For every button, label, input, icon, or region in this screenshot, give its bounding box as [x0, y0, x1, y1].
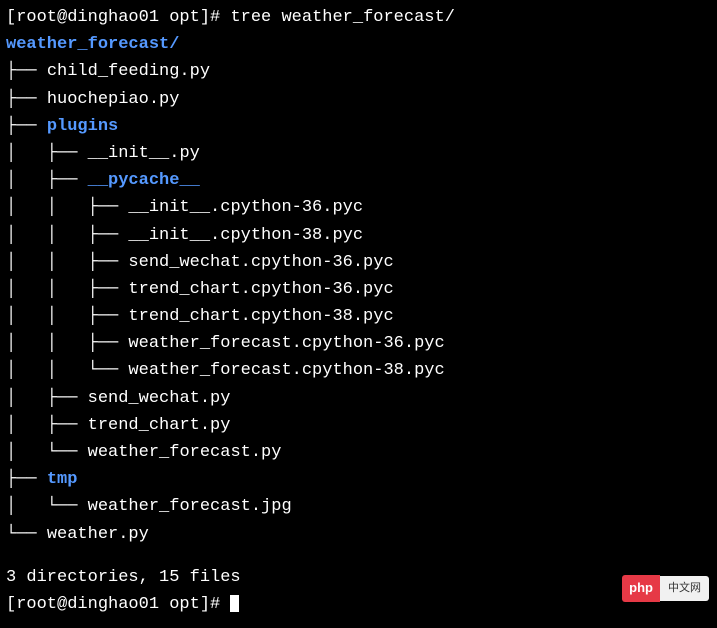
tree-line: ├── plugins	[6, 113, 711, 140]
watermark: php 中文网	[622, 575, 709, 602]
file-name: huochepiao.py	[47, 90, 180, 109]
tree-branch-prefix: ├──	[6, 117, 47, 136]
next-prompt-text: [root@dinghao01 opt]#	[6, 595, 230, 614]
directory-name: __pycache__	[88, 171, 200, 190]
tree-branch-prefix: │ │ └──	[6, 361, 128, 380]
tree-line: │ ├── trend_chart.py	[6, 412, 711, 439]
file-name: trend_chart.py	[88, 416, 231, 435]
tree-line: │ ├── send_wechat.py	[6, 385, 711, 412]
tree-branch-prefix: └──	[6, 525, 47, 544]
tree-branch-prefix: │ ├──	[6, 389, 88, 408]
tree-line: ├── child_feeding.py	[6, 58, 711, 85]
watermark-brand: php	[622, 575, 660, 602]
tree-branch-prefix: │ └──	[6, 443, 88, 462]
tree-line: │ ├── __pycache__	[6, 167, 711, 194]
tree-branch-prefix: │ ├──	[6, 144, 88, 163]
file-name: weather_forecast.cpython-36.pyc	[128, 334, 444, 353]
tree-line: │ │ ├── __init__.cpython-38.pyc	[6, 222, 711, 249]
file-name: trend_chart.cpython-38.pyc	[128, 307, 393, 326]
file-name: child_feeding.py	[47, 62, 210, 81]
tree-line: │ └── weather_forecast.jpg	[6, 493, 711, 520]
tree-line: └── weather.py	[6, 521, 711, 548]
tree-branch-prefix: │ │ ├──	[6, 198, 128, 217]
file-name: weather_forecast.py	[88, 443, 282, 462]
tree-branch-prefix: │ │ ├──	[6, 226, 128, 245]
tree-branch-prefix: │ │ ├──	[6, 280, 128, 299]
file-name: send_wechat.cpython-36.pyc	[128, 253, 393, 272]
file-name: trend_chart.cpython-36.pyc	[128, 280, 393, 299]
file-name: weather.py	[47, 525, 149, 544]
tree-line: │ │ ├── weather_forecast.cpython-36.pyc	[6, 330, 711, 357]
tree-branch-prefix: │ ├──	[6, 416, 88, 435]
file-name: weather_forecast.cpython-38.pyc	[128, 361, 444, 380]
watermark-suffix: 中文网	[660, 576, 709, 602]
tree-line: │ │ ├── __init__.cpython-36.pyc	[6, 194, 711, 221]
tree-root: weather_forecast/	[6, 31, 711, 58]
tree-branch-prefix: │ ├──	[6, 171, 88, 190]
file-name: __init__.py	[88, 144, 200, 163]
tree-branch-prefix: ├──	[6, 470, 47, 489]
directory-name: tmp	[47, 470, 78, 489]
file-name: __init__.cpython-36.pyc	[128, 198, 363, 217]
tree-line: │ │ ├── trend_chart.cpython-38.pyc	[6, 303, 711, 330]
tree-branch-prefix: │ │ ├──	[6, 253, 128, 272]
tree-line: │ │ └── weather_forecast.cpython-38.pyc	[6, 357, 711, 384]
tree-line: ├── huochepiao.py	[6, 86, 711, 113]
tree-line: ├── tmp	[6, 466, 711, 493]
tree-line: │ ├── __init__.py	[6, 140, 711, 167]
tree-line: │ └── weather_forecast.py	[6, 439, 711, 466]
tree-summary: 3 directories, 15 files	[6, 564, 711, 591]
tree-branch-prefix: │ └──	[6, 497, 88, 516]
tree-branch-prefix: ├──	[6, 62, 47, 81]
prompt-user-host: [root@dinghao01 opt]#	[6, 8, 220, 27]
command-prompt-line: [root@dinghao01 opt]# tree weather_forec…	[6, 4, 711, 31]
tree-branch-prefix: ├──	[6, 90, 47, 109]
file-name: weather_forecast.jpg	[88, 497, 292, 516]
tree-line: │ │ ├── trend_chart.cpython-36.pyc	[6, 276, 711, 303]
tree-branch-prefix: │ │ ├──	[6, 307, 128, 326]
next-prompt-line[interactable]: [root@dinghao01 opt]#	[6, 591, 711, 618]
command-text: tree weather_forecast/	[230, 8, 454, 27]
file-name: send_wechat.py	[88, 389, 231, 408]
cursor-icon	[230, 595, 239, 612]
directory-name: plugins	[47, 117, 118, 136]
tree-branch-prefix: │ │ ├──	[6, 334, 128, 353]
tree-root-name: weather_forecast/	[6, 35, 179, 54]
tree-line: │ │ ├── send_wechat.cpython-36.pyc	[6, 249, 711, 276]
tree-output: ├── child_feeding.py├── huochepiao.py├──…	[6, 58, 711, 547]
file-name: __init__.cpython-38.pyc	[128, 226, 363, 245]
